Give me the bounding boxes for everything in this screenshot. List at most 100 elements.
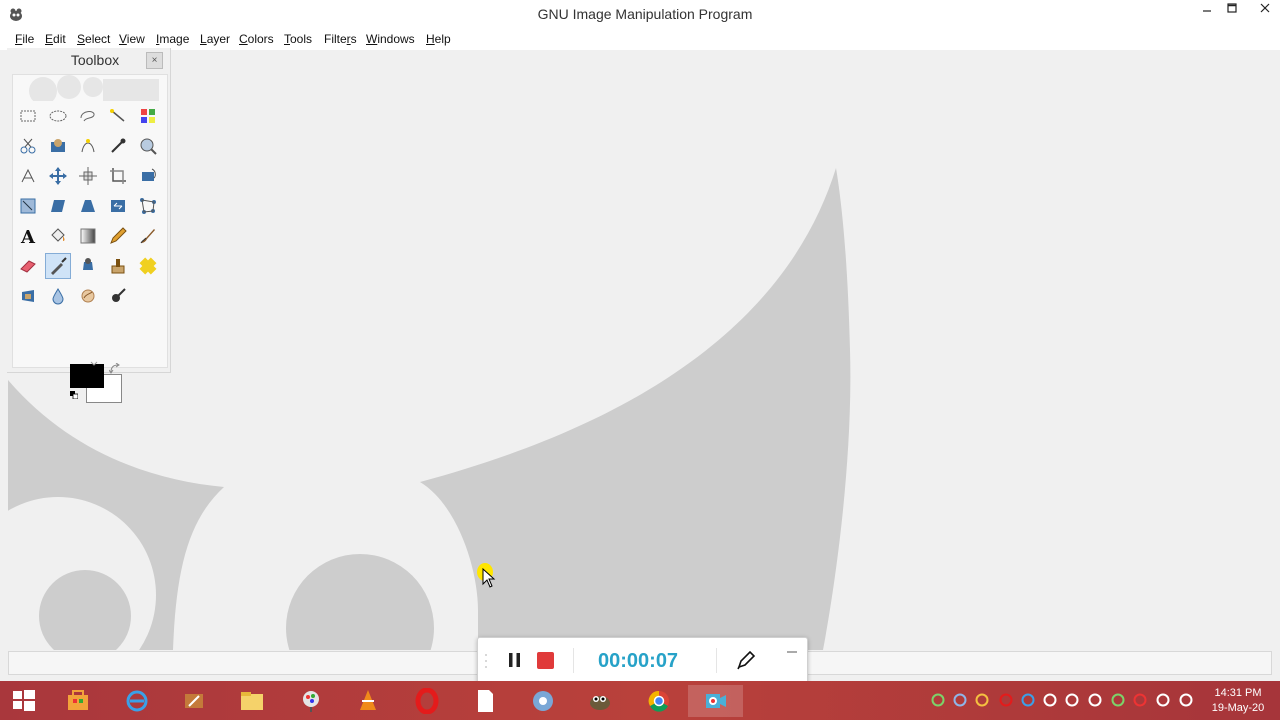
minimize-button[interactable]	[1196, 2, 1218, 22]
tool-perspective-clone[interactable]	[15, 283, 41, 309]
taskbar-chrome-alt[interactable]	[515, 685, 570, 717]
taskbar-start[interactable]	[0, 685, 47, 717]
tool-bucket-fill[interactable]	[45, 223, 71, 249]
maximize-button[interactable]	[1221, 2, 1243, 22]
opera-tray-icon[interactable]	[998, 692, 1014, 708]
tool-rotate[interactable]	[135, 163, 161, 189]
taskbar-recorder[interactable]	[688, 685, 743, 717]
draw-button[interactable]	[735, 649, 757, 671]
drag-handle-icon[interactable]	[484, 652, 488, 670]
menu-windows[interactable]: Windows	[366, 32, 415, 46]
shield-icon[interactable]	[1132, 692, 1148, 708]
menu-select[interactable]: Select	[77, 32, 110, 46]
foreground-color-swatch[interactable]	[70, 364, 104, 388]
empty-image-area[interactable]	[8, 50, 1272, 650]
menu-file[interactable]: File	[15, 32, 34, 46]
store-icon	[67, 690, 88, 710]
tool-ellipse-select[interactable]	[45, 103, 71, 129]
default-colors-icon[interactable]	[70, 391, 78, 399]
tool-smudge[interactable]	[75, 283, 101, 309]
tool-perspective[interactable]	[75, 193, 101, 219]
vlc-icon	[359, 690, 376, 710]
speaker-icon[interactable]	[1042, 692, 1058, 708]
taskbar-chrome[interactable]	[631, 685, 686, 717]
tool-eraser[interactable]	[15, 253, 41, 279]
tool-measure[interactable]	[15, 163, 41, 189]
sync-icon[interactable]	[930, 692, 946, 708]
pause-button[interactable]	[506, 650, 524, 670]
menu-colors[interactable]: Colors	[239, 32, 274, 46]
stop-button[interactable]	[537, 652, 554, 669]
tool-text[interactable]: A	[15, 223, 41, 249]
menu-view[interactable]: View	[119, 32, 145, 46]
toolbox-close-button[interactable]: ×	[146, 52, 163, 69]
tool-scale[interactable]	[15, 193, 41, 219]
tool-heal[interactable]	[135, 253, 161, 279]
tool-dodge-burn[interactable]	[105, 283, 131, 309]
flip-icon	[111, 200, 125, 212]
tool-paintbrush[interactable]	[135, 223, 161, 249]
menu-layer[interactable]: Layer	[200, 32, 230, 46]
close-button[interactable]	[1254, 2, 1276, 22]
menu-filters[interactable]: Filters	[324, 32, 357, 46]
camera-icon[interactable]	[974, 692, 990, 708]
taskbar-media-tool[interactable]	[166, 685, 221, 717]
menu-image[interactable]: Image	[156, 32, 189, 46]
paint-tool-icon	[302, 691, 319, 712]
menu-tools[interactable]: Tools	[284, 32, 312, 46]
tool-free-select[interactable]	[75, 103, 101, 129]
tool-crop[interactable]	[105, 163, 131, 189]
chrome-tray-icon[interactable]	[952, 692, 968, 708]
tool-color-picker[interactable]	[105, 133, 131, 159]
taskbar-file-explorer[interactable]	[224, 685, 279, 717]
opera-icon	[415, 688, 438, 714]
tool-rect-select[interactable]	[15, 103, 41, 129]
tool-scissors[interactable]	[15, 133, 41, 159]
flag-icon[interactable]	[1064, 692, 1080, 708]
display-icon[interactable]	[1087, 692, 1103, 708]
tool-clone[interactable]	[105, 253, 131, 279]
network-icon[interactable]	[1155, 692, 1171, 708]
tool-flip[interactable]	[105, 193, 131, 219]
divider	[573, 648, 574, 673]
edge-icon[interactable]	[1020, 692, 1036, 708]
tool-blur[interactable]	[45, 283, 71, 309]
taskbar-internet-explorer[interactable]	[109, 685, 164, 717]
menu-help[interactable]: Help	[426, 32, 451, 46]
tool-fuzzy-select[interactable]	[105, 103, 131, 129]
tool-blend[interactable]	[75, 223, 101, 249]
tool-move[interactable]	[45, 163, 71, 189]
taskbar-paint-tool[interactable]	[283, 685, 338, 717]
text-icon: A	[20, 227, 36, 246]
scale-icon	[20, 198, 36, 214]
tool-paths[interactable]	[75, 133, 101, 159]
taskbar-vlc[interactable]	[340, 685, 395, 717]
taskbar-opera[interactable]	[399, 685, 454, 717]
pause-icon	[509, 653, 520, 667]
gimp-icon	[589, 696, 610, 710]
color-select-icon	[141, 109, 155, 123]
clone-icon	[111, 259, 125, 274]
power-icon[interactable]	[1178, 692, 1194, 708]
tool-ink[interactable]	[75, 253, 101, 279]
chevron-down-icon	[90, 361, 98, 366]
tool-color-select[interactable]	[135, 103, 161, 129]
tool-align[interactable]	[75, 163, 101, 189]
tool-foreground-select[interactable]	[45, 133, 71, 159]
color-picker-icon	[111, 138, 126, 153]
taskbar-gimp[interactable]	[572, 685, 627, 717]
tool-pencil[interactable]	[105, 223, 131, 249]
menu-edit[interactable]: Edit	[45, 32, 66, 46]
recorder-minimize-button[interactable]	[784, 644, 800, 654]
taskbar-document[interactable]	[457, 685, 512, 717]
tool-airbrush[interactable]	[45, 253, 71, 279]
swap-colors-icon[interactable]	[109, 363, 121, 375]
system-clock[interactable]: 14:31 PM 19-May-20	[1202, 686, 1274, 716]
tool-shear[interactable]	[45, 193, 71, 219]
tool-zoom[interactable]	[135, 133, 161, 159]
tool-cage-transform[interactable]	[135, 193, 161, 219]
taskbar-store[interactable]	[50, 685, 105, 717]
check-icon[interactable]	[1110, 692, 1126, 708]
minimize-icon	[1203, 10, 1211, 12]
menu-bar: File Edit Select View Image Layer Colors Tools F…	[0, 28, 1280, 50]
